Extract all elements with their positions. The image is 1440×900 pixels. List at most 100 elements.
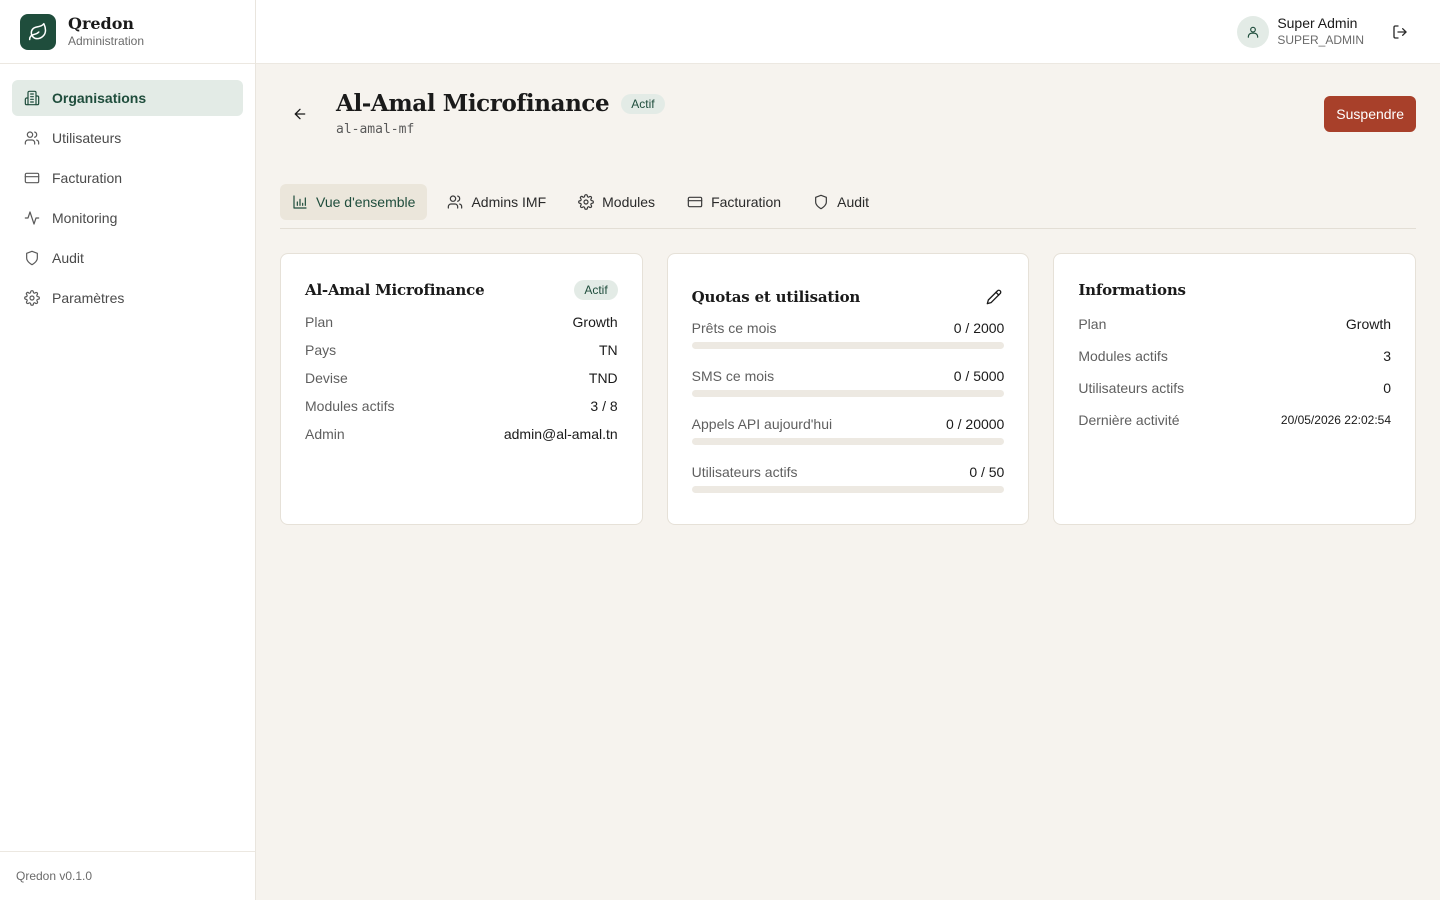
tab-label: Audit (837, 194, 870, 210)
quota-label: SMS ce mois (691, 368, 775, 384)
back-button[interactable] (290, 104, 310, 124)
main-content: Al-Amal Microfinance Actif al-amal-mf Su… (280, 64, 1417, 525)
shield-icon (815, 194, 828, 210)
sidebar: Qredon Administration Organisations Util… (0, 0, 256, 900)
sidebar-item-parametres[interactable]: Paramètres (12, 280, 243, 316)
row-value: Growth (572, 314, 618, 330)
row-label: Dernière activité (1078, 412, 1180, 428)
info-card: Informations Plan Growth Modules actifs 3 … (1053, 253, 1417, 525)
tab-modules[interactable]: Modules (566, 184, 667, 220)
activity-icon (24, 211, 40, 225)
quota-card: Quotas et utilisation Prêts ce mois 0 / 2… (666, 253, 1030, 525)
quota-value: 0 / 50 (969, 464, 1005, 480)
progress-bar (691, 486, 1005, 493)
row-label: Modules actifs (305, 398, 395, 414)
credit-card-icon (687, 196, 703, 208)
quota-item: Utilisateurs actifs 0 / 50 (691, 461, 1005, 509)
arrow-left-icon (294, 108, 306, 120)
sidebar-item-monitoring[interactable]: Monitoring (12, 200, 243, 236)
detail-row: Plan Growth (305, 308, 618, 336)
sidebar-item-label: Facturation (52, 170, 123, 186)
user-icon (1248, 26, 1259, 38)
quota-label: Appels API aujourd'hui (691, 416, 833, 432)
tab-label: Admins IMF (471, 194, 547, 210)
quota-item: Prêts ce mois 0 / 2000 (691, 317, 1005, 365)
progress-bar (691, 390, 1005, 397)
row-label: Admin (305, 426, 345, 442)
quota-list: Prêts ce mois 0 / 2000 SMS ce mois 0 / 500… (691, 317, 1005, 509)
card-title: Al-Amal Microfinance (305, 281, 485, 299)
brand-name: Qredon (68, 14, 135, 33)
tab-overview[interactable]: Vue d'ensemble (280, 184, 428, 220)
logout-button[interactable] (1390, 22, 1410, 42)
row-value: 0 (1383, 380, 1392, 396)
quota-label: Prêts ce mois (691, 320, 777, 336)
row-label: Devise (305, 370, 348, 386)
sidebar-item-label: Audit (52, 250, 84, 266)
tab-label: Modules (602, 194, 656, 210)
detail-row: Admin admin@al-amal.tn (305, 420, 618, 448)
info-row: Plan Growth (1078, 308, 1391, 340)
users-icon (448, 195, 463, 209)
tab-admins-imf[interactable]: Admins IMF (435, 184, 558, 220)
info-row: Modules actifs 3 (1078, 340, 1391, 372)
app-version: Qredon v0.1.0 (0, 851, 255, 900)
gear-icon (24, 290, 40, 306)
org-slug: al-amal-mf (336, 122, 415, 137)
credit-card-icon (24, 172, 40, 184)
tab-bar: Vue d'ensemble Admins IMF Modules Factur… (280, 184, 1416, 229)
cards-row: Al-Amal Microfinance Actif Plan Growth Pa… (280, 253, 1417, 525)
gear-icon (578, 194, 595, 210)
card-title: Quotas et utilisation (691, 288, 861, 306)
suspend-button[interactable]: Suspendre (1324, 96, 1416, 132)
overview-card: Al-Amal Microfinance Actif Plan Growth Pa… (280, 253, 643, 525)
leaf-logo-icon (20, 13, 56, 50)
detail-row: Devise TND (305, 364, 618, 392)
sidebar-item-organisations[interactable]: Organisations (12, 80, 243, 116)
brand-subtitle: Administration (68, 34, 145, 48)
info-row: Dernière activité 20/05/2026 22:02:54 (1078, 404, 1391, 436)
row-label: Plan (1078, 316, 1107, 332)
edit-button[interactable] (984, 287, 1004, 307)
tab-facturation[interactable]: Facturation (675, 184, 793, 220)
quota-item: SMS ce mois 0 / 5000 (691, 365, 1005, 413)
sidebar-nav: Organisations Utilisateurs Facturation M… (0, 64, 255, 336)
building-icon (24, 90, 40, 106)
row-value: 3 (1383, 348, 1392, 364)
users-icon (24, 131, 40, 145)
tab-audit[interactable]: Audit (801, 184, 881, 220)
row-value: TN (599, 342, 618, 358)
sidebar-item-facturation[interactable]: Facturation (12, 160, 243, 196)
quota-label: Utilisateurs actifs (691, 464, 798, 480)
pencil-icon (987, 289, 1002, 305)
progress-bar (691, 342, 1005, 349)
sidebar-item-label: Monitoring (52, 210, 118, 226)
status-badge: Actif (621, 93, 665, 114)
user-name: Super Admin (1277, 15, 1358, 31)
page-title: Al-Amal Microfinance (336, 90, 610, 117)
row-value: admin@al-amal.tn (503, 426, 618, 442)
row-value: 3 / 8 (590, 398, 618, 414)
row-value: 20/05/2026 22:02:54 (1280, 413, 1392, 427)
detail-row: Modules actifs 3 / 8 (305, 392, 618, 420)
row-label: Utilisateurs actifs (1078, 380, 1185, 396)
user-role: SUPER_ADMIN (1277, 33, 1364, 47)
sidebar-item-label: Utilisateurs (52, 130, 122, 146)
status-badge: Actif (574, 280, 618, 300)
quota-value: 0 / 2000 (953, 320, 1005, 336)
avatar (1237, 15, 1270, 48)
card-title: Informations (1078, 281, 1186, 299)
page-header: Al-Amal Microfinance Actif al-amal-mf Su… (280, 64, 1416, 184)
sidebar-item-audit[interactable]: Audit (12, 240, 243, 276)
row-label: Plan (305, 314, 334, 330)
sidebar-item-utilisateurs[interactable]: Utilisateurs (12, 120, 243, 156)
logout-icon (1393, 24, 1407, 39)
tab-label: Facturation (711, 194, 782, 210)
info-row: Utilisateurs actifs 0 (1078, 372, 1391, 404)
row-label: Pays (305, 342, 337, 358)
row-label: Modules actifs (1078, 348, 1168, 364)
sidebar-item-label: Paramètres (52, 290, 125, 306)
row-value: Growth (1345, 316, 1392, 332)
user-menu[interactable]: Super Admin SUPER_ADMIN (1237, 15, 1364, 48)
sidebar-item-label: Organisations (52, 90, 147, 106)
